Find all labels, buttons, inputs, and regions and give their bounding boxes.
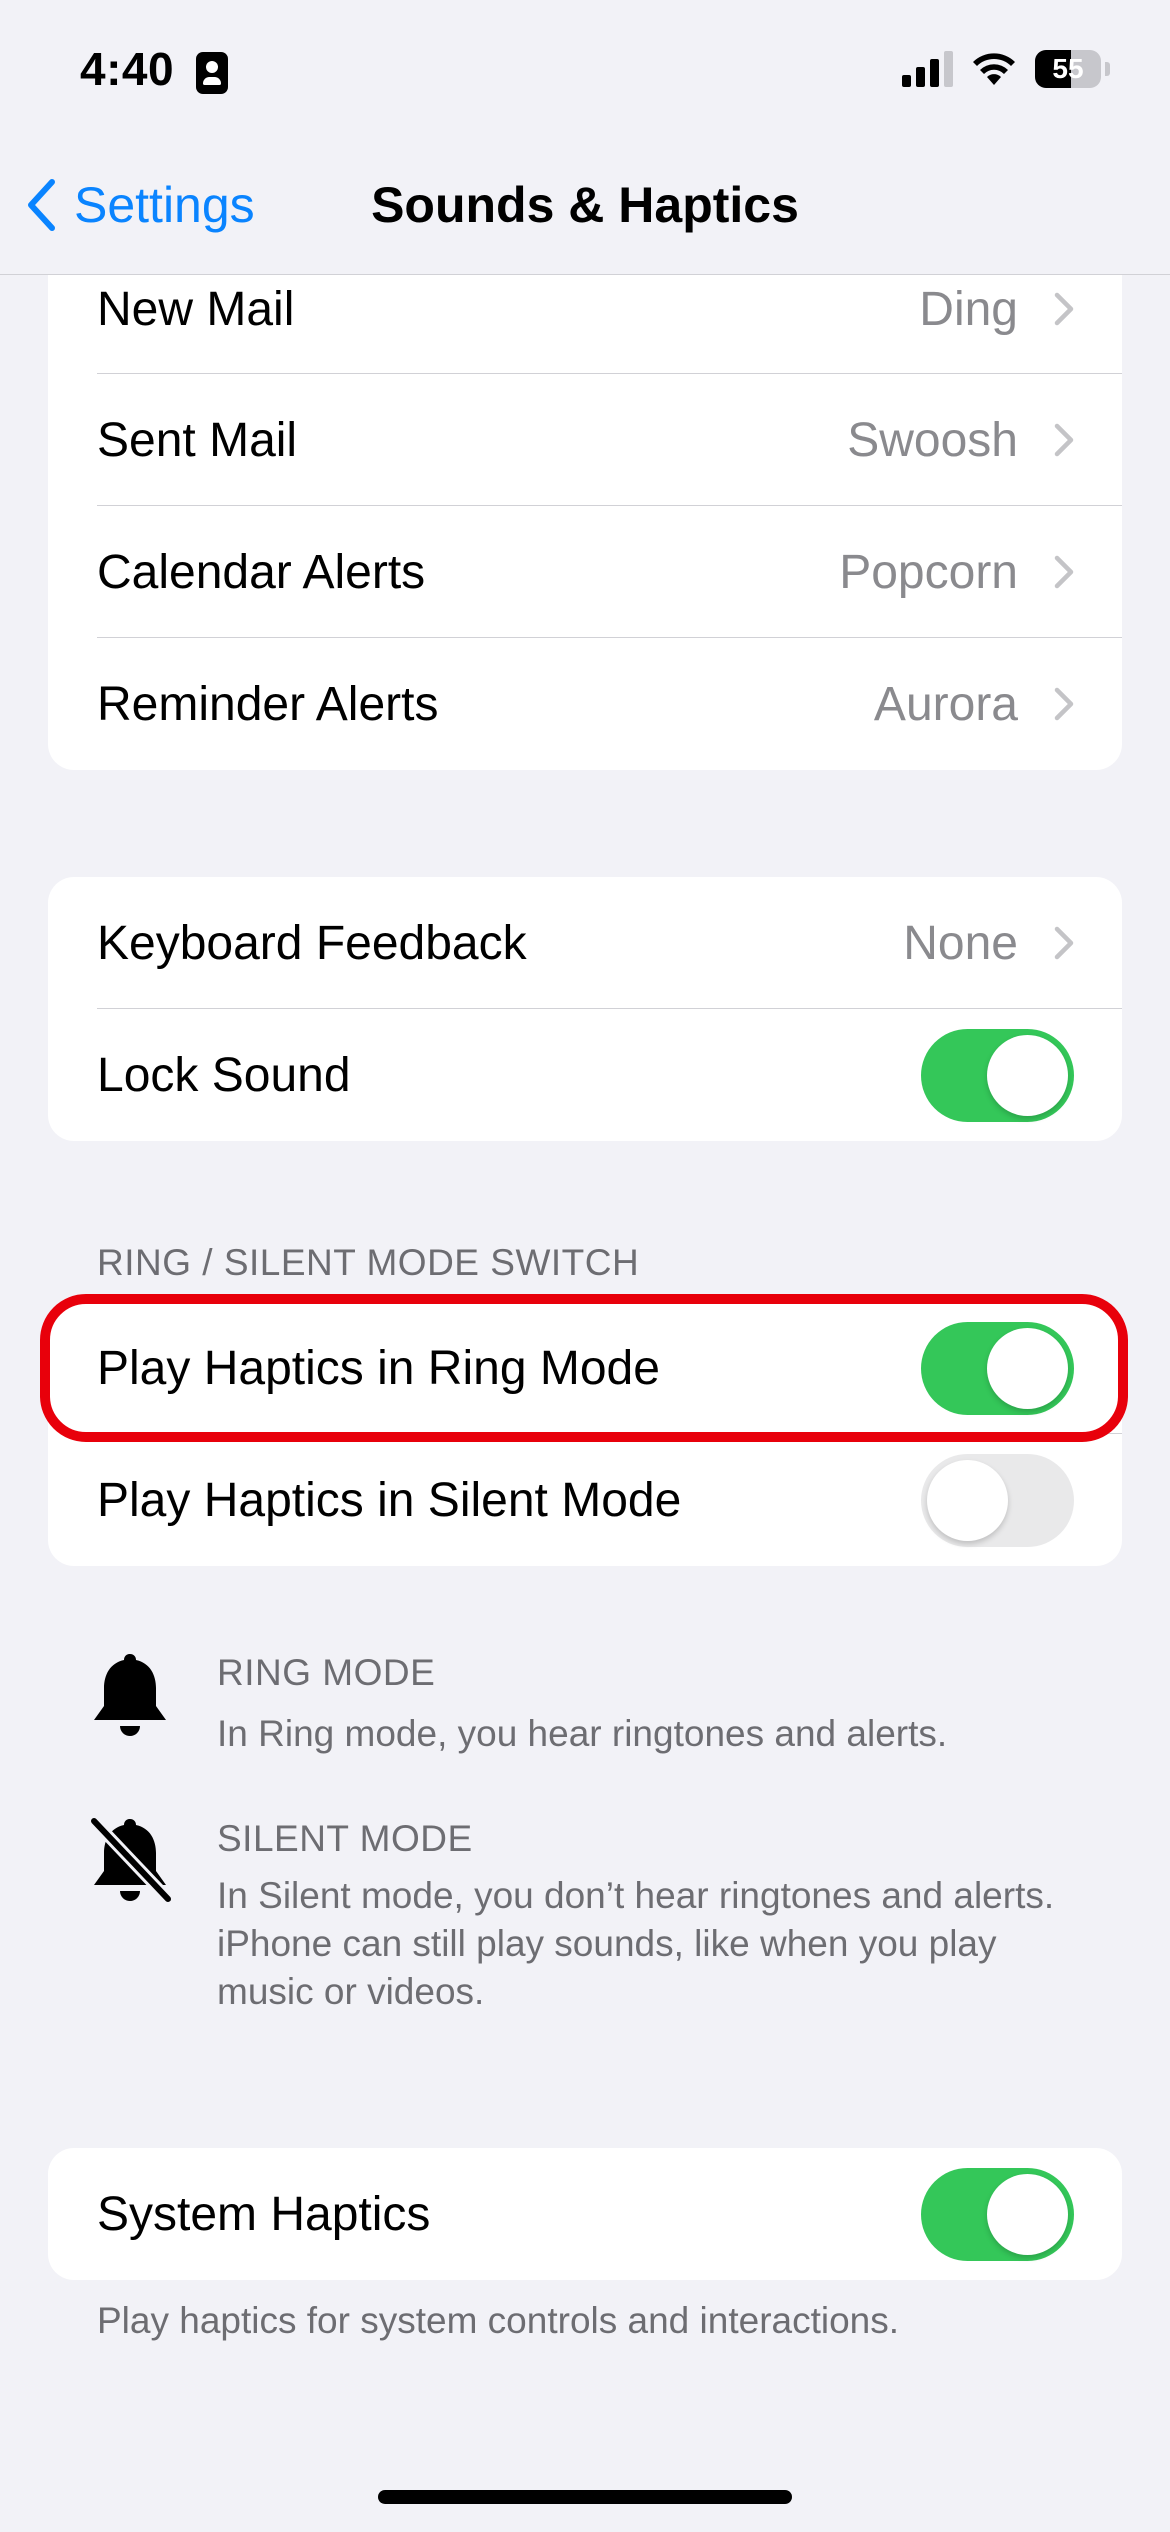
row-label: System Haptics	[97, 2187, 431, 2241]
chevron-right-icon	[1054, 423, 1074, 457]
system-haptics-footer: Play haptics for system controls and int…	[97, 2300, 900, 2341]
silent-mode-title: SILENT MODE	[217, 1818, 473, 1859]
row-lock-sound: Lock Sound	[48, 1009, 1122, 1141]
silent-mode-description: In Silent mode, you don’t hear ringtones…	[217, 1875, 1055, 2012]
chevron-right-icon	[1054, 292, 1074, 326]
status-indicators: 55	[902, 50, 1110, 88]
row-value: Aurora	[873, 677, 1018, 731]
row-label: Calendar Alerts	[97, 545, 426, 599]
row-haptics-ring-mode: Play Haptics in Ring Mode	[48, 1302, 1122, 1434]
row-label: Play Haptics in Silent Mode	[97, 1473, 682, 1527]
row-label: New Mail	[97, 282, 295, 336]
row-reminder-alerts[interactable]: Reminder Alerts Aurora	[48, 638, 1122, 770]
row-value: None	[903, 916, 1018, 970]
home-indicator[interactable]	[378, 2490, 792, 2504]
lock-sound-toggle[interactable]	[921, 1028, 1074, 1122]
row-label: Reminder Alerts	[97, 677, 439, 731]
row-label: Play Haptics in Ring Mode	[97, 1341, 660, 1395]
toggle-knob	[987, 2173, 1068, 2255]
wifi-icon	[973, 53, 1015, 85]
row-label: Keyboard Feedback	[97, 916, 527, 970]
row-haptics-silent-mode: Play Haptics in Silent Mode	[48, 1434, 1122, 1566]
row-keyboard-feedback[interactable]: Keyboard Feedback None	[48, 877, 1122, 1009]
ring-haptics-toggle[interactable]	[921, 1321, 1074, 1415]
row-system-haptics: System Haptics	[48, 2148, 1122, 2280]
toggle-knob	[987, 1034, 1068, 1116]
toggle-knob	[927, 1459, 1008, 1541]
row-value: Popcorn	[839, 545, 1018, 599]
battery-icon: 55	[1035, 50, 1101, 88]
id-card-icon	[196, 52, 228, 94]
row-label: Sent Mail	[97, 413, 298, 467]
battery-level: 55	[1052, 53, 1084, 84]
row-label: Lock Sound	[97, 1048, 351, 1102]
status-bar: 4:40 55	[0, 0, 1170, 150]
bell-slash-icon	[89, 1816, 172, 1904]
page-title: Sounds & Haptics	[371, 177, 799, 233]
row-sent-mail[interactable]: Sent Mail Swoosh	[48, 374, 1122, 506]
feedback-group: Keyboard Feedback None Lock Sound	[48, 877, 1122, 1141]
system-haptics-toggle[interactable]	[921, 2167, 1074, 2261]
cellular-signal-icon	[902, 51, 953, 87]
alert-tones-group: New Mail Ding Sent Mail Swoosh Calendar …	[48, 244, 1122, 770]
bell-icon	[94, 1654, 166, 1736]
section-header-ring-silent: RING / SILENT MODE SWITCH	[97, 1242, 640, 1283]
status-time: 4:40	[80, 43, 175, 95]
chevron-right-icon	[1054, 926, 1074, 960]
silent-haptics-toggle[interactable]	[921, 1453, 1074, 1547]
ring-mode-title: RING MODE	[217, 1652, 436, 1693]
row-value: Swoosh	[847, 413, 1018, 467]
system-haptics-group: System Haptics	[48, 2148, 1122, 2280]
toggle-knob	[987, 1327, 1068, 1409]
chevron-right-icon	[1054, 555, 1074, 589]
chevron-right-icon	[1054, 687, 1074, 721]
ring-silent-group: Play Haptics in Ring Mode Play Haptics i…	[48, 1302, 1122, 1566]
ring-mode-description: In Ring mode, you hear ringtones and ale…	[217, 1713, 948, 1754]
row-calendar-alerts[interactable]: Calendar Alerts Popcorn	[48, 506, 1122, 638]
row-value: Ding	[919, 282, 1018, 336]
battery-tip	[1105, 62, 1110, 76]
